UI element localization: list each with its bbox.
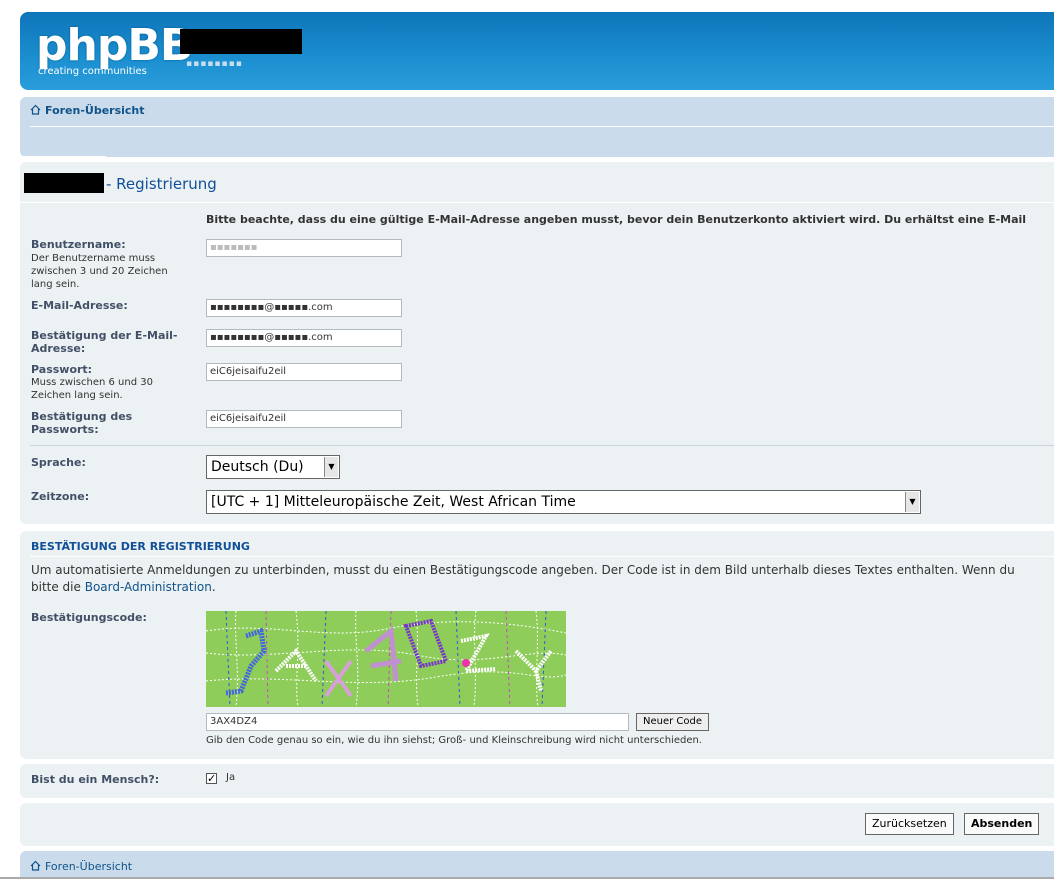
- username-input[interactable]: ▪▪▪▪▪▪▪: [206, 239, 402, 257]
- reset-button[interactable]: Zurücksetzen: [865, 813, 954, 835]
- human-checkbox-label[interactable]: Ja: [226, 772, 235, 783]
- confirmation-text: Um automatisierte Anmeldungen zu unterbi…: [31, 563, 1015, 594]
- email-label: E-Mail-Adresse:: [31, 299, 128, 312]
- password-confirm-label: Bestätigung des Passworts:: [31, 410, 133, 436]
- nav-tab-gap: [20, 156, 106, 159]
- footer-home-link[interactable]: Foren-Übersicht: [30, 860, 132, 873]
- captcha-image: [206, 611, 566, 707]
- email-confirm-input[interactable]: ▪▪▪▪▪▪▪▪@▪▪▪▪▪.com: [206, 329, 402, 347]
- site-name-redacted: [180, 29, 302, 54]
- site-header: phpBB creating communities ▪▪▪▪▪▪▪▪: [20, 12, 1054, 90]
- timezone-select[interactable]: [UTC + 1] Mitteleuropäische Zeit, West A…: [206, 490, 921, 514]
- password-input[interactable]: eiC6jeisaifu2eil: [206, 363, 402, 381]
- username-label: Benutzername:: [31, 238, 126, 251]
- nav-divider: [30, 126, 1054, 127]
- breadcrumb-bar: [20, 97, 1054, 157]
- human-check-panel: [20, 764, 1054, 798]
- site-description: ▪▪▪▪▪▪▪▪: [186, 59, 243, 69]
- human-label: Bist du ein Mensch?:: [31, 773, 160, 786]
- captcha-hint: Gib den Code genau so ein, wie du ihn si…: [206, 735, 702, 746]
- submit-button[interactable]: Absenden: [964, 813, 1040, 835]
- home-icon: [30, 860, 41, 871]
- language-label: Sprache:: [31, 456, 86, 469]
- new-code-button[interactable]: Neuer Code: [636, 713, 710, 731]
- password-label: Passwort:: [31, 363, 93, 376]
- captcha-input[interactable]: 3AX4DZ4: [206, 713, 629, 731]
- title-divider: [20, 202, 1054, 203]
- username-explain: Der Benutzername muss zwischen 3 und 20 …: [31, 253, 168, 290]
- page-title: - Registrierung: [106, 175, 217, 193]
- email-input[interactable]: ▪▪▪▪▪▪▪▪@▪▪▪▪▪.com: [206, 299, 402, 317]
- chevron-down-icon[interactable]: ▼: [324, 457, 338, 477]
- email-notice: Bitte beachte, dass du eine gültige E-Ma…: [206, 213, 1027, 226]
- password-explain: Muss zwischen 6 und 30 Zeichen lang sein…: [31, 377, 153, 401]
- section-divider: [30, 445, 1054, 446]
- timezone-label: Zeitzone:: [31, 490, 90, 503]
- home-icon: [30, 104, 41, 115]
- timezone-select-value: [UTC + 1] Mitteleuropäische Zeit, West A…: [211, 494, 576, 510]
- breadcrumb-home-link[interactable]: Foren-Übersicht: [30, 104, 145, 117]
- footer-home-label: Foren-Übersicht: [45, 860, 133, 873]
- human-checkbox[interactable]: ✓: [206, 773, 217, 784]
- chevron-down-icon[interactable]: ▼: [905, 492, 919, 512]
- language-select[interactable]: Deutsch (Du) ▼: [206, 455, 340, 479]
- board-admin-link[interactable]: Board-Administration: [85, 580, 212, 594]
- email-confirm-label: Bestätigung der E-Mail- Adresse:: [31, 329, 178, 355]
- logo-tagline: creating communities: [38, 66, 147, 77]
- captcha-label: Bestätigungscode:: [31, 611, 147, 624]
- board-name-redacted: [24, 173, 104, 193]
- breadcrumb-home-label: Foren-Übersicht: [45, 104, 145, 117]
- confirmation-divider: [30, 556, 1054, 557]
- footer-breadcrumb-bar: [20, 851, 1054, 879]
- language-select-value: Deutsch (Du): [211, 459, 304, 475]
- phpbb-logo[interactable]: phpBB: [36, 22, 193, 70]
- password-confirm-input[interactable]: eiC6jeisaifu2eil: [206, 410, 402, 428]
- confirmation-heading: BESTÄTIGUNG DER REGISTRIERUNG: [31, 540, 250, 553]
